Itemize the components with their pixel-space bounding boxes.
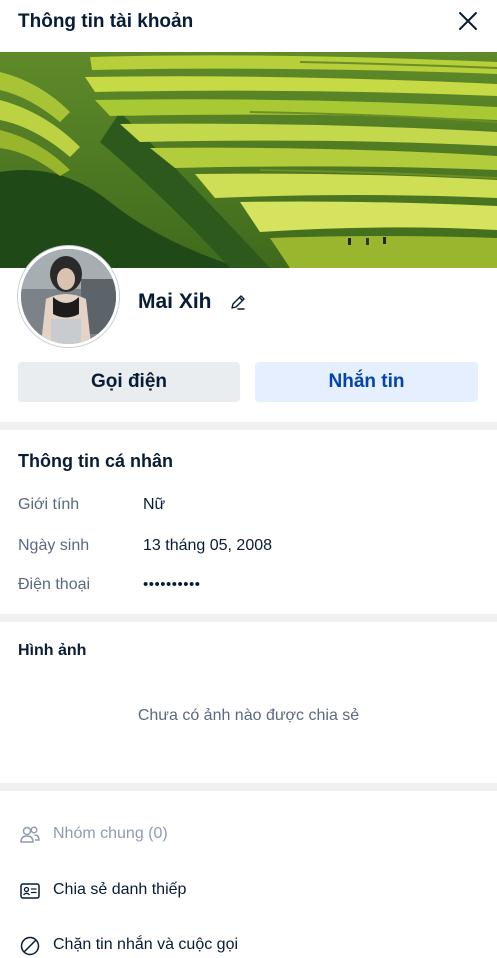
common-groups-label: Nhóm chung (0) <box>53 825 168 842</box>
group-icon <box>19 824 41 846</box>
common-groups-item: Nhóm chung (0) <box>0 815 497 855</box>
share-contact-item[interactable]: Chia sẻ danh thiếp <box>0 871 497 911</box>
profile-name: Mai Xih <box>138 290 212 313</box>
gender-label: Giới tính <box>18 496 80 513</box>
section-divider <box>0 614 497 622</box>
contact-card-icon <box>19 880 41 902</box>
close-icon[interactable] <box>455 8 481 34</box>
dialog-title: Thông tin tài khoản <box>18 11 194 32</box>
pencil-icon[interactable] <box>229 293 247 311</box>
block-icon <box>19 935 41 957</box>
phone-value: •••••••••• <box>143 576 201 593</box>
birthday-value: 13 tháng 05, 2008 <box>143 537 273 554</box>
share-contact-label: Chia sẻ danh thiếp <box>53 881 187 898</box>
section-divider <box>0 422 497 430</box>
phone-label: Điện thoại <box>18 576 91 593</box>
block-item[interactable]: Chặn tin nhắn và cuộc gọi <box>0 926 497 958</box>
dialog-header: Thông tin tài khoản <box>0 0 497 48</box>
birthday-label: Ngày sinh <box>18 537 90 554</box>
personal-info-title: Thông tin cá nhân <box>18 451 173 471</box>
gender-value: Nữ <box>143 496 166 513</box>
cover-photo <box>0 52 497 268</box>
avatar[interactable] <box>18 246 119 347</box>
call-button[interactable]: Gọi điện <box>18 362 240 402</box>
block-label: Chặn tin nhắn và cuộc gọi <box>53 936 239 953</box>
section-divider <box>0 783 497 791</box>
message-button[interactable]: Nhắn tin <box>255 362 478 402</box>
photos-title: Hình ảnh <box>18 642 87 659</box>
photos-empty-message: Chưa có ảnh nào được chia sẻ <box>137 707 360 724</box>
